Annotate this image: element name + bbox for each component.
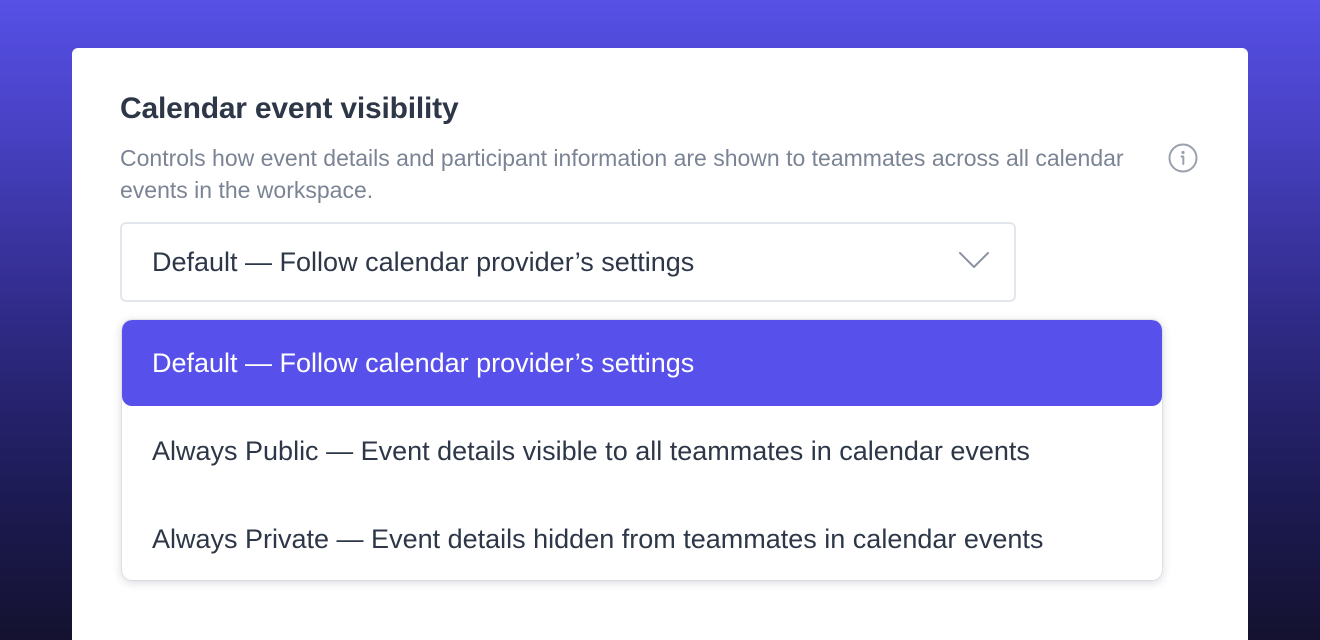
option-default[interactable]: Default — Follow calendar provider’s set… <box>122 320 1162 406</box>
setting-title: Calendar event visibility <box>120 92 459 125</box>
select-value: Default — Follow calendar provider’s set… <box>152 247 695 277</box>
option-always-public[interactable]: Always Public — Event details visible to… <box>122 408 1162 494</box>
info-circle-icon[interactable] <box>1168 143 1198 173</box>
visibility-dropdown-menu: Default — Follow calendar provider’s set… <box>122 320 1162 580</box>
option-always-private[interactable]: Always Private — Event details hidden fr… <box>122 496 1162 580</box>
visibility-select[interactable]: Default — Follow calendar provider’s set… <box>120 222 1016 302</box>
setting-description: Controls how event details and participa… <box>120 145 1124 203</box>
chevron-down-icon <box>959 252 989 268</box>
